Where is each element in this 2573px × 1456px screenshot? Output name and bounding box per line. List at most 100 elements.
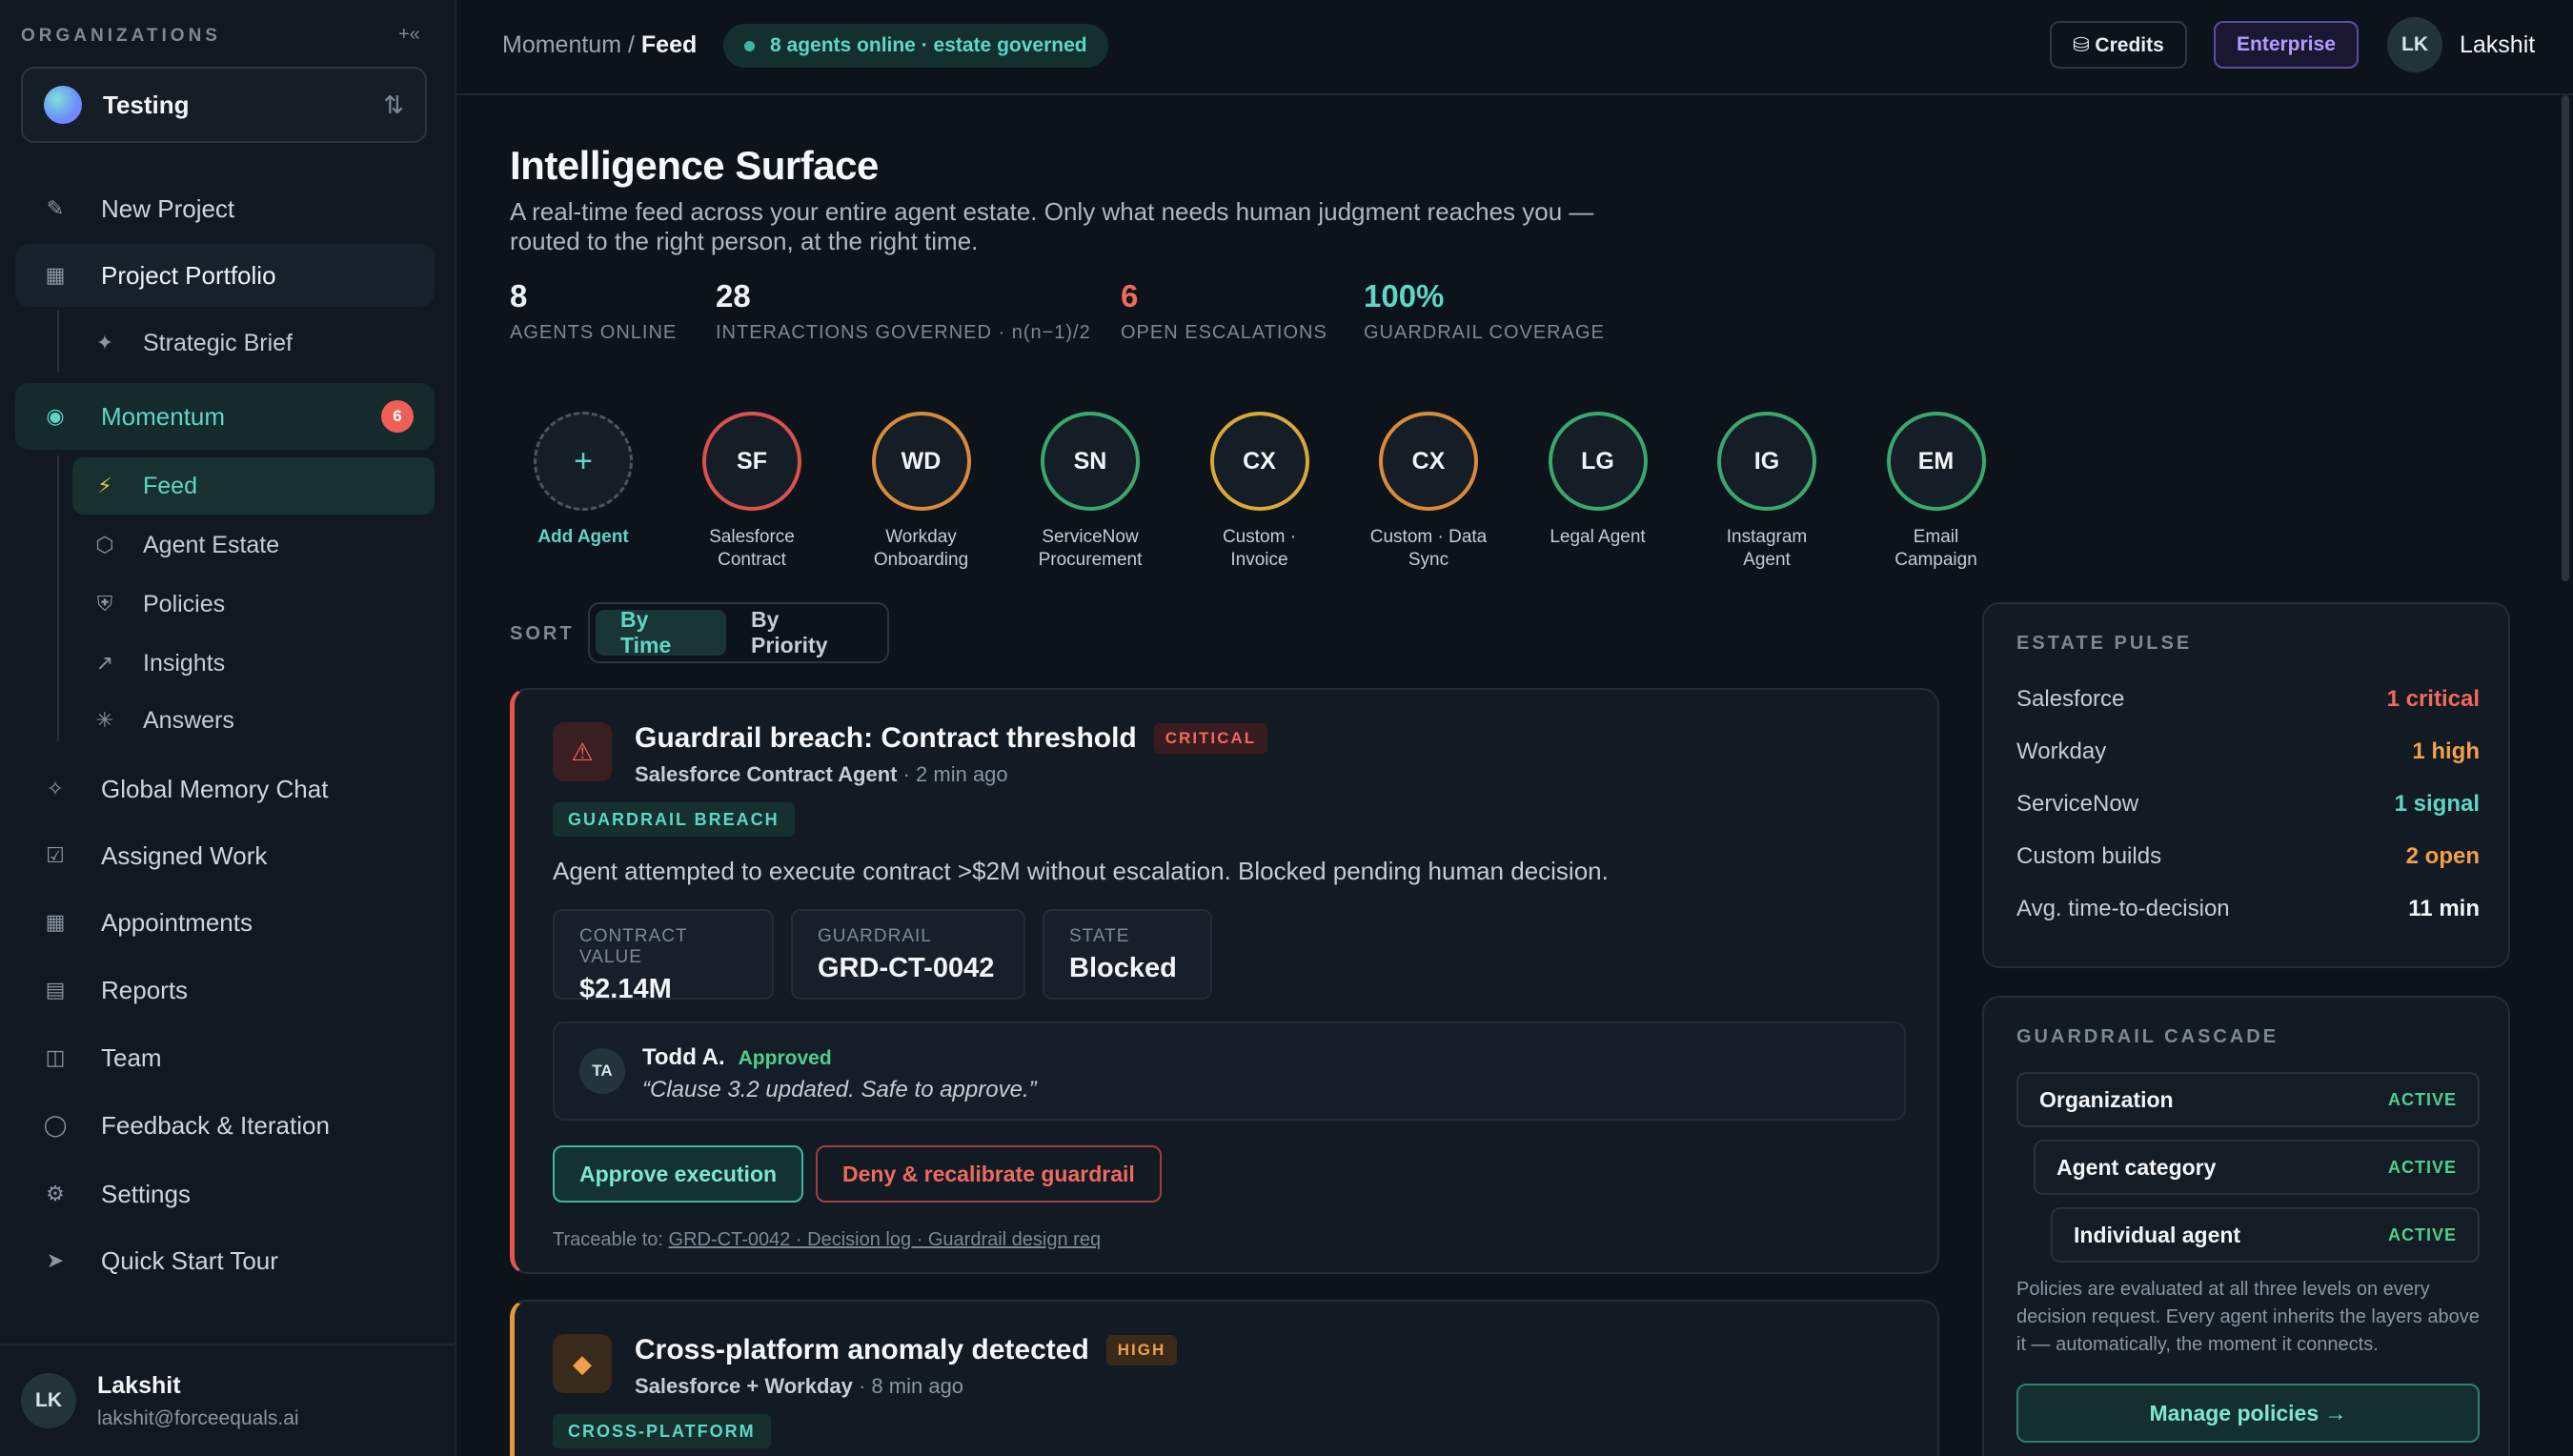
pulse-label: ServiceNow — [2016, 791, 2139, 817]
nav-feed[interactable]: ⚡ Feed — [72, 457, 435, 515]
approver: Todd A. Approved — [642, 1044, 832, 1071]
pulse-label: Workday — [2016, 738, 2107, 764]
escalations-badge: 6 — [381, 400, 414, 433]
nav-new-project[interactable]: ✎ New Project — [15, 177, 435, 240]
stat-caption: GUARDRAIL COVERAGE — [1364, 322, 1605, 343]
avatar: LK — [21, 1373, 76, 1428]
warning-icon: ⚠ — [553, 722, 612, 781]
nav-strategic-brief[interactable]: ✦ Strategic Brief — [72, 314, 435, 372]
approval-note: TA Todd A. Approved “Clause 3.2 updated. … — [553, 1021, 1906, 1121]
agent-cx-3[interactable]: CX Custom · Invoice — [1184, 412, 1336, 572]
nav-momentum[interactable]: ◉ Momentum 6 — [15, 383, 435, 450]
manage-policies-button[interactable]: Manage policies → — [2016, 1384, 2480, 1443]
agent-name: Instagram Agent — [1726, 527, 1808, 570]
online-dot-icon — [744, 40, 755, 51]
gear-icon: ⚙ — [46, 1182, 65, 1205]
layer-organization[interactable]: Organization ACTIVE — [2016, 1072, 2480, 1127]
nav-label: New Project — [101, 193, 235, 223]
agent-lg-5[interactable]: LG Legal Agent — [1522, 412, 1674, 549]
breadcrumb-parent[interactable]: Momentum — [502, 31, 621, 58]
traceability: Traceable to: GRD-CT-0042 · Decision log… — [553, 1229, 1101, 1251]
panel-title: GUARDRAIL CASCADE — [2016, 1026, 2279, 1047]
agent-name: Custom · Invoice — [1222, 527, 1297, 570]
collapse-sidebar-button[interactable]: +« — [398, 24, 420, 46]
approve-execution-button[interactable]: Approve execution — [553, 1145, 804, 1203]
scrollbar-thumb[interactable] — [2562, 95, 2569, 581]
sidebar: ORGANIZATIONS +« Testing ⇅ ✎ New Project… — [0, 0, 456, 1456]
pulse-value: 1 critical — [2386, 686, 2480, 712]
nav-label: Feedback & Iteration — [101, 1110, 330, 1140]
pulse-label: Salesforce — [2016, 686, 2125, 712]
nav-label: Reports — [101, 975, 189, 1004]
nav-answers[interactable]: ✳ Answers — [72, 692, 435, 749]
nav-global-memory-chat[interactable]: ✧ Global Memory Chat — [15, 758, 435, 820]
metric-value: GRD-CT-0042 — [818, 953, 995, 983]
enterprise-button[interactable]: Enterprise — [2214, 21, 2359, 69]
card-title: Cross-platform anomaly detected HIGH — [635, 1334, 1178, 1366]
nav-settings[interactable]: ⚙ Settings — [15, 1163, 435, 1225]
status-badge: 8 agents online · estate governed — [723, 24, 1108, 68]
agent-sf-0[interactable]: SF Salesforce Contract — [676, 412, 828, 572]
user-profile[interactable]: LK Lakshit lakshit@forceequals.ai — [0, 1344, 455, 1456]
agent-avatar: CX — [1379, 412, 1478, 511]
sort-label: SORT — [510, 623, 575, 644]
credits-button[interactable]: ⛁ Credits — [2050, 21, 2187, 69]
card-meta: Salesforce Contract Agent · 2 min ago — [635, 762, 1008, 787]
agent-name: Legal Agent — [1550, 527, 1646, 547]
sort-by-time-button[interactable]: By Time — [596, 607, 726, 657]
sparkle-icon: ✧ — [46, 777, 65, 800]
organization-name: Testing — [103, 90, 190, 119]
cascade-note: Policies are evaluated at all three leve… — [2016, 1279, 2480, 1355]
organization-switcher[interactable]: Testing ⇅ — [21, 67, 427, 143]
nav-agent-estate[interactable]: ⬡ Agent Estate — [72, 516, 435, 574]
agent-cx-4[interactable]: CX Custom · Data Sync — [1352, 412, 1505, 572]
category-tag: CROSS-PLATFORM — [553, 1414, 771, 1448]
nav-reports[interactable]: ▤ Reports — [15, 959, 435, 1021]
agent-avatar: WD — [871, 412, 971, 511]
metric-value: $2.14M — [579, 974, 672, 1004]
nav-label: Assigned Work — [101, 840, 268, 870]
estate-pulse-panel: ESTATE PULSE Salesforce 1 critical Workd… — [1982, 602, 2510, 968]
agent-ig-6[interactable]: IG Instagram Agent — [1691, 412, 1843, 572]
card-title-text: Guardrail breach: Contract threshold — [635, 722, 1137, 754]
trace-prefix: Traceable to: — [553, 1229, 669, 1250]
nav-label: Settings — [101, 1179, 191, 1208]
metric-label: STATE — [1069, 926, 1130, 946]
layer-status: ACTIVE — [2387, 1089, 2457, 1109]
nav-quick-start-tour[interactable]: ➤ Quick Start Tour — [15, 1229, 435, 1292]
trace-links[interactable]: GRD-CT-0042 · Decision log · Guardrail d… — [669, 1229, 1102, 1250]
layer-agent-category[interactable]: Agent category ACTIVE — [2034, 1140, 2480, 1195]
add-agent-button[interactable]: + Add Agent — [507, 412, 659, 549]
nav-project-portfolio[interactable]: ▦ Project Portfolio — [15, 244, 435, 307]
stat-caption: AGENTS ONLINE — [510, 322, 678, 343]
agent-sn-2[interactable]: SN ServiceNow Procurement — [1014, 412, 1166, 572]
metric-guardrail: GUARDRAIL GRD-CT-0042 — [791, 909, 1025, 1000]
nav-insights[interactable]: ↗ Insights — [72, 635, 435, 692]
avatar: TA — [579, 1048, 625, 1094]
switch-arrows-icon: ⇅ — [383, 90, 404, 119]
avatar[interactable]: LK — [2387, 17, 2442, 72]
top-user-name[interactable]: Lakshit — [2460, 31, 2535, 59]
circle-icon: ◯ — [43, 1113, 68, 1137]
metric-state: STATE Blocked — [1043, 909, 1212, 1000]
stat-value: 100% — [1364, 278, 1445, 313]
card-title: Guardrail breach: Contract threshold CRIT… — [635, 722, 1268, 755]
nav-label: Policies — [143, 590, 226, 617]
nav-appointments[interactable]: ▦ Appointments — [15, 891, 435, 954]
deny-recalibrate-button[interactable]: Deny & recalibrate guardrail — [816, 1145, 1162, 1203]
pulse-value: 1 high — [2412, 738, 2480, 764]
hexagon-icon: ⬡ — [95, 533, 114, 556]
nav-assigned-work[interactable]: ☑ Assigned Work — [15, 824, 435, 887]
momentum-icon: ◉ — [46, 404, 65, 428]
sort-by-priority-button[interactable]: By Priority — [726, 607, 881, 657]
nav-team[interactable]: ◫ Team — [15, 1026, 435, 1089]
nav-policies[interactable]: ⛨ Policies — [72, 576, 435, 633]
nav-feedback-iteration[interactable]: ◯ Feedback & Iteration — [15, 1094, 435, 1157]
agent-wd-1[interactable]: WD Workday Onboarding — [845, 412, 998, 572]
agent-avatar: CX — [1209, 412, 1309, 511]
sort-toggle: By Time By Priority — [588, 602, 889, 663]
breadcrumb-separator: / — [621, 31, 641, 58]
layer-individual-agent[interactable]: Individual agent ACTIVE — [2051, 1207, 2480, 1263]
feed-card-critical: ⚠ Guardrail breach: Contract threshold CR… — [510, 688, 1939, 1274]
agent-em-7[interactable]: EM Email Campaign — [1860, 412, 2013, 572]
